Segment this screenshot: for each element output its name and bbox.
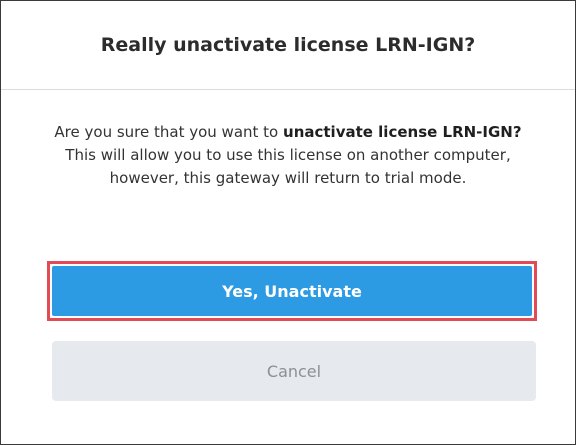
dialog-header: Really unactivate license LRN-IGN? bbox=[1, 1, 575, 90]
dialog-body: Are you sure that you want to unactivate… bbox=[1, 90, 575, 190]
unactivate-license-dialog: Really unactivate license LRN-IGN? Are y… bbox=[0, 0, 576, 445]
dialog-message: Are you sure that you want to unactivate… bbox=[48, 121, 528, 190]
dialog-title: Really unactivate license LRN-IGN? bbox=[100, 34, 476, 56]
message-text-end: This will allow you to use this license … bbox=[65, 146, 511, 187]
message-emphasis: unactivate license LRN-IGN? bbox=[283, 123, 522, 141]
cancel-button[interactable]: Cancel bbox=[52, 341, 536, 401]
confirm-button-highlight: Yes, Unactivate bbox=[47, 261, 537, 321]
yes-unactivate-button[interactable]: Yes, Unactivate bbox=[52, 266, 532, 316]
message-text-start: Are you sure that you want to bbox=[54, 123, 284, 141]
